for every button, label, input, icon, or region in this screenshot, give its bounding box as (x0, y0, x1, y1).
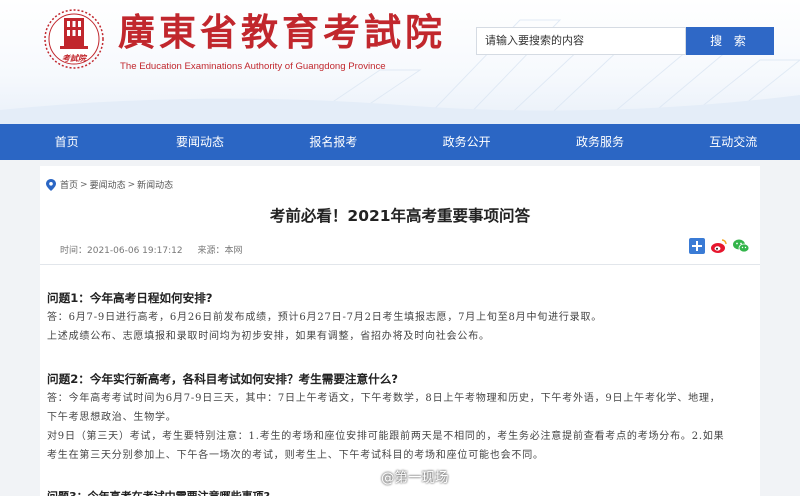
article-meta: 时间：2021-06-06 19:17:12 来源：本网 (60, 243, 254, 256)
article-time: 时间：2021-06-06 19:17:12 (60, 246, 183, 256)
breadcrumb: 首页 > 要闻动态 > 新闻动态 (46, 178, 173, 191)
answer-2-paragraph-2: 对9日（第三天）考试，考生要特别注意：1.考生的考场和座位安排可能跟前两天是不相… (47, 431, 725, 461)
answer-1-paragraph-1: 答：6月7-9日进行高考，6月26日前发布成绩，预计6月27日-7月2日考生填报… (47, 312, 603, 323)
nav-item-home[interactable]: 首页 (0, 124, 133, 160)
question-3-partial: 问题3：今年高考在考试中需要注意哪些事项? (47, 488, 270, 496)
question-1: 问题1：今年高考日程如何安排? (47, 291, 213, 305)
meta-divider (40, 264, 760, 265)
share-plus-icon[interactable] (688, 237, 706, 255)
nav-item-government-services[interactable]: 政务服务 (533, 124, 666, 160)
question-2: 问题2：今年实行新高考，各科目考试如何安排？考生需要注意什么? (47, 372, 399, 386)
article-body: 问题1：今年高考日程如何安排? 答：6月7-9日进行高考，6月26日前发布成绩，… (47, 288, 727, 465)
weibo-watermark: @第一现场 (355, 466, 449, 486)
site-subtitle: The Education Examinations Authority of … (120, 61, 386, 72)
answer-1-paragraph-2: 上述成绩公布、志愿填报和录取时间均为初步安排，如果有调整，省招办将及时向社会公布… (47, 331, 490, 342)
breadcrumb-news[interactable]: 要闻动态 (90, 178, 126, 191)
site-logo[interactable]: 考試院 (42, 8, 106, 70)
site-title: 廣東省教育考試院 (118, 10, 446, 54)
breadcrumb-current[interactable]: 新闻动态 (137, 178, 173, 191)
svg-text:考試院: 考試院 (62, 53, 88, 63)
nav-item-government-affairs[interactable]: 政务公开 (400, 124, 533, 160)
wechat-icon[interactable] (732, 237, 750, 255)
nav-item-news[interactable]: 要闻动态 (133, 124, 266, 160)
location-pin-icon (46, 178, 56, 191)
weibo-icon[interactable] (710, 237, 728, 255)
article-container: 首页 > 要闻动态 > 新闻动态 考前必看！2021年高考重要事项问答 时间：2… (40, 166, 760, 496)
answer-2-paragraph-1: 答：今年高考考试时间为6月7-9日三天，其中：7日上午考语文，下午考数学，8日上… (47, 393, 721, 423)
breadcrumb-separator: > (80, 179, 88, 190)
nav-item-registration[interactable]: 报名报考 (267, 124, 400, 160)
main-nav: 首页 要闻动态 报名报考 政务公开 政务服务 互动交流 (0, 124, 800, 160)
nav-item-interaction[interactable]: 互动交流 (667, 124, 800, 160)
breadcrumb-separator: > (127, 179, 136, 190)
search-button[interactable]: 搜 索 (686, 27, 774, 55)
site-header: 考試院 廣東省教育考試院 The Education Examinations … (0, 0, 800, 124)
search-input[interactable]: 请输入要搜索的内容 (476, 27, 686, 55)
share-bar (688, 237, 750, 255)
watermark-text: @第一现场 (381, 470, 449, 486)
article-title: 考前必看！2021年高考重要事项问答 (269, 207, 531, 225)
weibo-watermark-icon (355, 469, 376, 485)
breadcrumb-home[interactable]: 首页 (60, 178, 78, 191)
article-source: 来源：本网 (197, 246, 243, 256)
